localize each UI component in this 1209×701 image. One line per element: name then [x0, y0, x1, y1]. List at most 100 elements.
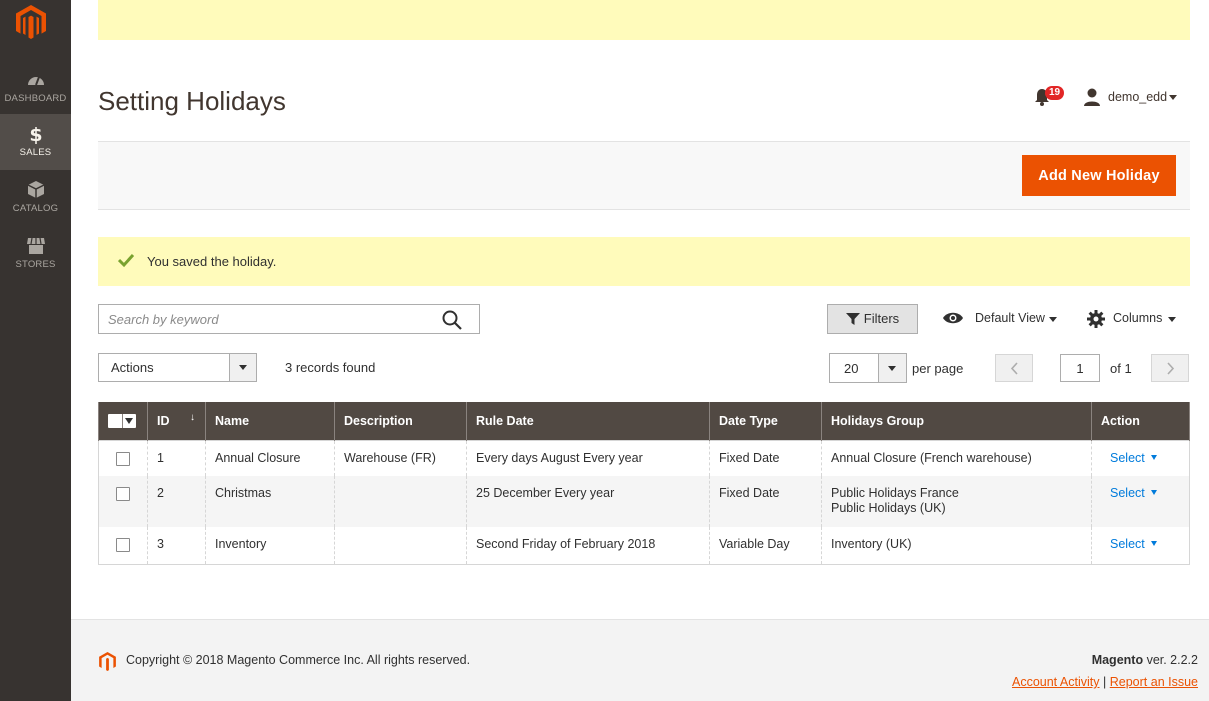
chevron-down-icon[interactable] [1150, 454, 1157, 460]
column-header-rule-date[interactable]: Rule Date [466, 402, 710, 440]
search-box [98, 304, 480, 334]
cell-id: 2 [147, 476, 206, 527]
column-header-holidays-group[interactable]: Holidays Group [821, 402, 1092, 440]
magento-logo-icon [99, 652, 116, 671]
search-input[interactable] [99, 305, 429, 333]
cell-name: Inventory [205, 527, 335, 565]
sidebar-item-label: DASHBOARD [4, 93, 67, 104]
dollar-icon: $ [29, 124, 42, 144]
row-checkbox[interactable] [116, 538, 130, 552]
filters-button[interactable]: Filters [827, 304, 918, 334]
user-account-name[interactable]: demo_edd [1108, 90, 1167, 104]
cell-description [334, 476, 467, 527]
row-checkbox[interactable] [116, 451, 130, 466]
chevron-down-icon[interactable] [1150, 490, 1157, 496]
mass-select-header[interactable] [98, 402, 148, 440]
cell-date-type: Fixed Date [709, 476, 822, 527]
cell-rule-date: 25 December Every year [466, 476, 710, 527]
row-select-action[interactable]: Select [1110, 486, 1145, 500]
sidebar: DASHBOARD $ SALES CATALOG STORES [0, 0, 71, 701]
chevron-down-icon[interactable] [1169, 95, 1177, 100]
cell-action: Select [1091, 440, 1190, 476]
footer-copyright: Copyright © 2018 Magento Commerce Inc. A… [126, 653, 471, 667]
cell-description: Warehouse (FR) [334, 440, 467, 476]
account-activity-link[interactable]: Account Activity [1012, 675, 1100, 689]
dashboard-icon [27, 76, 44, 86]
magento-logo-icon[interactable] [14, 4, 48, 40]
mass-actions-label: Actions [111, 360, 154, 375]
chevron-left-icon [1010, 362, 1018, 375]
sidebar-item-stores[interactable]: STORES [0, 236, 71, 292]
box-icon [27, 181, 44, 198]
table-row[interactable]: 3 Inventory Second Friday of February 20… [98, 527, 1190, 565]
previous-page-button[interactable] [995, 354, 1033, 382]
store-icon [26, 237, 45, 254]
per-page-label: per page [912, 361, 964, 376]
footer-links: Account Activity | Report an Issue [1011, 675, 1198, 689]
page-number-input[interactable] [1060, 354, 1100, 382]
add-new-holiday-button[interactable]: Add New Holiday [1022, 155, 1176, 196]
cell-date-type: Variable Day [709, 527, 822, 565]
report-issue-link[interactable]: Report an Issue [1110, 675, 1198, 689]
row-checkbox[interactable] [116, 487, 130, 501]
columns-dropdown[interactable]: Columns [1113, 311, 1162, 325]
mass-actions-select[interactable]: Actions [98, 353, 257, 382]
cell-rule-date: Every days August Every year [466, 440, 710, 476]
column-header-name[interactable]: Name [205, 402, 335, 440]
default-view-dropdown[interactable]: Default View [975, 311, 1045, 325]
cell-description [334, 527, 467, 565]
sidebar-item-sales[interactable]: $ SALES [0, 114, 71, 170]
cell-id: 1 [147, 440, 206, 476]
funnel-icon [845, 312, 860, 325]
eye-icon[interactable] [942, 311, 964, 325]
chevron-down-icon[interactable] [1049, 317, 1057, 322]
success-message-text: You saved the holiday. [147, 254, 277, 269]
cell-holidays-group: Public Holidays France Public Holidays (U… [821, 476, 1092, 527]
mass-actions-toggle[interactable] [229, 354, 256, 381]
notification-count-badge[interactable]: 19 [1045, 86, 1065, 100]
checkmark-icon [118, 253, 134, 268]
user-icon[interactable] [1083, 88, 1101, 106]
gear-icon[interactable] [1087, 310, 1105, 328]
sidebar-item-label: STORES [15, 259, 56, 270]
search-icon[interactable] [442, 310, 462, 330]
cell-date-type: Fixed Date [709, 440, 822, 476]
table-row[interactable]: 2 Christmas 25 December Every year Fixed… [98, 476, 1190, 527]
column-header-date-type[interactable]: Date Type [709, 402, 822, 440]
page-total: of 1 [1110, 361, 1132, 376]
page-title: Setting Holidays [98, 86, 286, 116]
chevron-right-icon [1167, 362, 1175, 375]
system-notice-bar [98, 0, 1190, 40]
per-page-value: 20 [844, 361, 859, 376]
row-select-action[interactable]: Select [1110, 451, 1145, 465]
chevron-down-icon[interactable] [1150, 541, 1157, 547]
sidebar-item-label: CATALOG [12, 203, 59, 214]
column-header-action: Action [1091, 402, 1190, 440]
sort-arrow-icon: ↓ [190, 412, 195, 423]
holidays-grid: ID ↓ Name Description Rule Date Date Type… [98, 402, 1190, 565]
column-header-id[interactable]: ID ↓ [147, 402, 206, 440]
row-select-action[interactable]: Select [1110, 537, 1145, 551]
svg-text:$: $ [29, 124, 42, 144]
column-header-description[interactable]: Description [334, 402, 467, 440]
mass-select-checkbox[interactable] [108, 414, 136, 429]
chevron-down-icon [239, 365, 247, 370]
grid-header-row: ID ↓ Name Description Rule Date Date Type… [98, 402, 1190, 440]
cell-rule-date: Second Friday of February 2018 [466, 527, 710, 565]
per-page-select[interactable]: 20 [829, 353, 907, 383]
sidebar-item-label: SALES [19, 147, 52, 158]
sidebar-item-catalog[interactable]: CATALOG [0, 180, 71, 236]
cell-id: 3 [147, 527, 206, 565]
chevron-down-icon [125, 418, 133, 425]
footer-version: Magento ver. 2.2.2 [1091, 653, 1198, 667]
cell-action: Select [1091, 476, 1190, 527]
next-page-button[interactable] [1151, 354, 1189, 382]
records-found: 3 records found [285, 360, 376, 375]
cell-holidays-group: Annual Closure (French warehouse) [821, 440, 1092, 476]
table-row[interactable]: 1 Annual Closure Warehouse (FR) Every da… [98, 440, 1190, 476]
per-page-toggle[interactable] [878, 354, 906, 382]
chevron-down-icon[interactable] [1168, 317, 1176, 322]
cell-holidays-group: Inventory (UK) [821, 527, 1092, 565]
chevron-down-icon [888, 366, 896, 371]
filters-label: Filters [863, 311, 900, 326]
